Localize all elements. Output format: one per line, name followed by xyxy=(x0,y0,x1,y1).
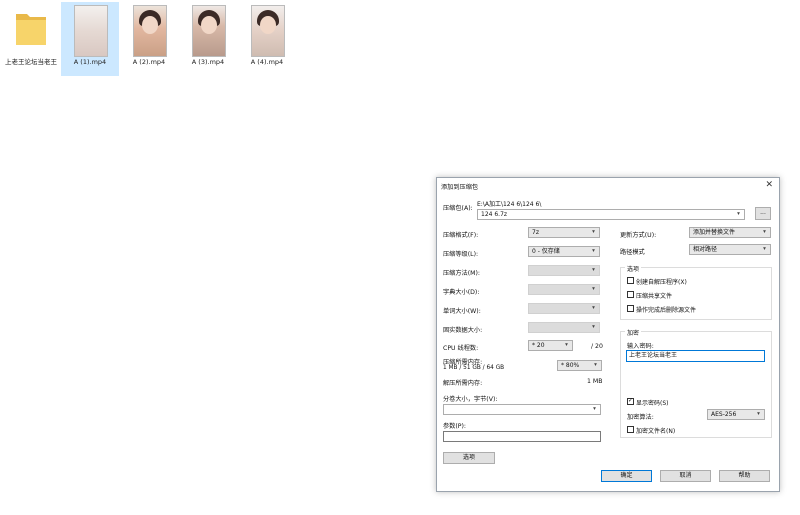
video-thumbnail xyxy=(192,5,226,57)
chevron-down-icon: ▾ xyxy=(757,411,760,417)
chevron-down-icon: ▾ xyxy=(592,324,595,330)
file-item-video[interactable]: A (2).mp4 xyxy=(120,2,178,76)
video-thumbnail xyxy=(133,5,167,57)
encrypt-names-checkbox[interactable] xyxy=(627,426,634,433)
split-label: 分卷大小，字节(V): xyxy=(443,396,498,403)
mem-detail: 1 MB / 51 GB / 64 GB xyxy=(443,365,505,371)
level-value: 0 - 仅存储 xyxy=(532,248,560,255)
file-item-video[interactable]: A (1).mp4 xyxy=(61,2,119,76)
file-name: A (2).mp4 xyxy=(132,58,166,66)
shared-label: 压缩共享文件 xyxy=(636,293,673,300)
dialog-title: 添加到压缩包 xyxy=(441,184,479,191)
method-label: 压缩方法(M): xyxy=(443,270,481,277)
update-select[interactable]: 添加并替换文件 ▾ xyxy=(689,227,771,238)
file-item-video[interactable]: A (3).mp4 xyxy=(179,2,237,76)
show-password-label: 显示密码(S) xyxy=(636,400,669,407)
update-value: 添加并替换文件 xyxy=(693,229,736,236)
sfx-checkbox[interactable] xyxy=(627,277,634,284)
decomp-label: 解压所需内存: xyxy=(443,380,483,387)
cpu-label: CPU 线程数: xyxy=(443,345,479,352)
cpu-select[interactable]: * 20 ▾ xyxy=(528,340,573,351)
params-input[interactable] xyxy=(443,431,601,442)
chevron-down-icon: ▾ xyxy=(592,305,595,311)
chevron-down-icon: ▾ xyxy=(763,229,766,235)
video-thumbnail xyxy=(74,5,108,57)
cpu-total: / 20 xyxy=(591,343,603,350)
word-label: 单词大小(W): xyxy=(443,308,481,315)
password-input[interactable]: 上老王论坛当老王 xyxy=(626,350,765,362)
archive-name-combo[interactable]: 124 6.7z ▾ xyxy=(477,209,745,220)
chevron-down-icon: ▾ xyxy=(592,229,595,235)
password-value: 上老王论坛当老王 xyxy=(629,352,678,359)
enc-method-select[interactable]: AES-256 ▾ xyxy=(707,409,765,420)
explorer-pane xyxy=(0,0,128,515)
mem-pct: * 80% xyxy=(561,362,580,369)
close-icon[interactable]: ✕ xyxy=(765,180,773,190)
password-label: 输入密码: xyxy=(627,343,654,350)
file-name: A (3).mp4 xyxy=(191,58,225,66)
show-password-checkbox[interactable] xyxy=(627,397,634,405)
enc-method-label: 加密算法: xyxy=(627,414,654,421)
level-select[interactable]: 0 - 仅存储 ▾ xyxy=(528,246,600,257)
file-item-video[interactable]: A (4).mp4 xyxy=(238,2,296,76)
archive-name-value: 124 6.7z xyxy=(481,211,508,218)
delete-label: 操作完成后删除源文件 xyxy=(636,307,697,314)
level-label: 压缩等级(L): xyxy=(443,251,479,258)
file-name: A (1).mp4 xyxy=(73,58,107,66)
chevron-down-icon: ▾ xyxy=(594,362,597,368)
solid-label: 固实数据大小: xyxy=(443,327,483,334)
params-label: 参数(P): xyxy=(443,423,467,430)
format-value: 7z xyxy=(532,229,539,236)
path-mode-label: 路径模式 xyxy=(620,249,645,256)
chevron-down-icon: ▾ xyxy=(592,267,595,273)
format-label: 压缩格式(F): xyxy=(443,232,479,239)
options-group-label: 选项 xyxy=(625,264,642,273)
method-select[interactable]: ▾ xyxy=(528,265,600,276)
sfx-label: 创建自解压程序(X) xyxy=(636,279,687,286)
solid-select[interactable]: ▾ xyxy=(528,322,600,333)
file-name: A (4).mp4 xyxy=(250,58,284,66)
enc-method-value: AES-256 xyxy=(711,411,737,418)
chevron-down-icon: ▾ xyxy=(565,342,568,348)
dict-label: 字典大小(D): xyxy=(443,289,480,296)
chevron-down-icon: ▾ xyxy=(593,406,596,412)
mem-select[interactable]: * 80% ▾ xyxy=(557,360,602,371)
word-select[interactable]: ▾ xyxy=(528,303,600,314)
file-item-folder[interactable]: 上老王论坛当老王 xyxy=(2,2,60,76)
cpu-value: * 20 xyxy=(532,342,545,349)
file-name: 上老王论坛当老王 xyxy=(5,58,57,66)
encrypt-names-label: 加密文件名(N) xyxy=(636,428,676,435)
delete-checkbox[interactable] xyxy=(627,305,634,312)
format-select[interactable]: 7z ▾ xyxy=(528,227,600,238)
shared-checkbox[interactable] xyxy=(627,291,634,298)
options-button[interactable]: 选项 xyxy=(443,452,495,464)
browse-button[interactable]: ... xyxy=(755,207,771,220)
path-mode-select[interactable]: 相对路径 ▾ xyxy=(689,244,771,255)
split-select[interactable]: ▾ xyxy=(443,404,601,415)
help-button[interactable]: 帮助 xyxy=(719,470,770,482)
video-thumbnail xyxy=(251,5,285,57)
decomp-value: 1 MB xyxy=(587,378,603,385)
chevron-down-icon: ▾ xyxy=(763,246,766,252)
archive-path: E:\A加工\124 6\124 6\ xyxy=(477,201,542,208)
encryption-group-label: 加密 xyxy=(625,328,642,337)
add-to-archive-dialog: 添加到压缩包 ✕ 压缩包(A): E:\A加工\124 6\124 6\ 124… xyxy=(436,177,780,492)
update-label: 更新方式(U): xyxy=(620,232,657,239)
dict-select[interactable]: ▾ xyxy=(528,284,600,295)
cancel-button[interactable]: 取消 xyxy=(660,470,711,482)
file-list: 上老王论坛当老王 A (1).mp4 A (2).mp4 A (3).mp4 A… xyxy=(2,2,296,76)
chevron-down-icon: ▾ xyxy=(737,211,740,217)
chevron-down-icon: ▾ xyxy=(592,248,595,254)
archive-label: 压缩包(A): xyxy=(443,205,473,212)
path-mode-value: 相对路径 xyxy=(693,246,718,253)
ok-button[interactable]: 确定 xyxy=(601,470,652,482)
folder-icon xyxy=(16,14,46,45)
chevron-down-icon: ▾ xyxy=(592,286,595,292)
